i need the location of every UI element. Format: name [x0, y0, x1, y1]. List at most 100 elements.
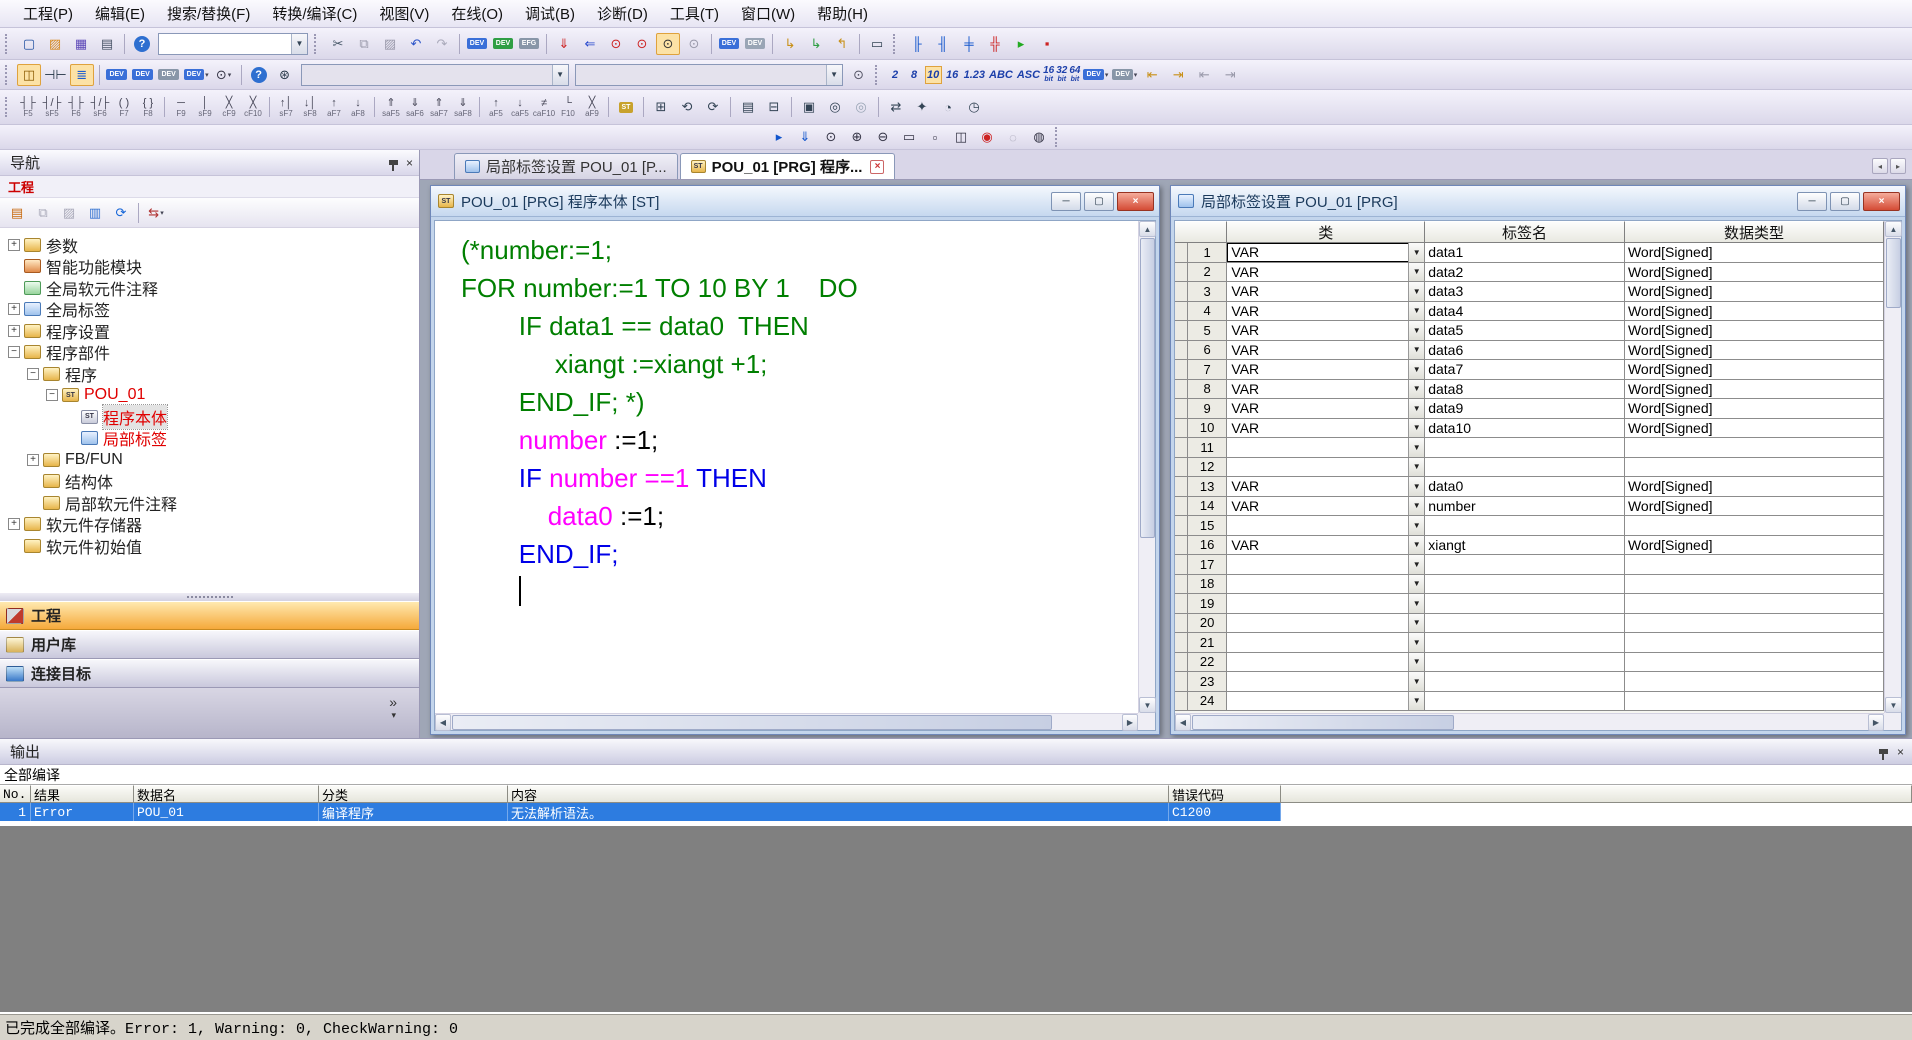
row-select-cell[interactable]	[1175, 575, 1188, 595]
row-number-cell[interactable]: 2	[1188, 263, 1228, 283]
fkey-f9-icon[interactable]: ─F9	[170, 96, 192, 118]
fkey-f10-icon[interactable]: └F10	[557, 96, 579, 118]
row-number-cell[interactable]: 11	[1188, 438, 1228, 458]
toolbar-format-8-icon[interactable]: 8	[906, 66, 923, 84]
tree-item-POU_01[interactable]: −STPOU_01	[0, 385, 419, 407]
dropdown-arrow-icon[interactable]: ▼	[1408, 282, 1424, 301]
device-comment-view-icon[interactable]: DEV	[105, 64, 129, 86]
help-icon[interactable]: ?	[130, 33, 154, 55]
find-contact-icon[interactable]: ⊙	[630, 33, 654, 55]
fkey-saf6-icon[interactable]: ⇓saF6	[404, 96, 426, 118]
output-error-row[interactable]: 1ErrorPOU_01编译程序无法解析语法。C1200	[0, 803, 1281, 821]
label-name-cell[interactable]	[1425, 438, 1625, 458]
class-cell[interactable]: ▼	[1227, 438, 1425, 458]
label-name-cell[interactable]: data0	[1425, 477, 1625, 497]
list-view-icon[interactable]: ≣	[70, 64, 94, 86]
tree-item-程序[interactable]: −程序	[0, 363, 419, 385]
fkey-saf5-icon[interactable]: ⇑saF5	[380, 96, 402, 118]
maximize-button[interactable]: ▢	[1830, 192, 1860, 211]
dropdown-arrow-icon[interactable]: ▼	[1408, 477, 1424, 496]
dropdown-arrow-icon[interactable]: ▼	[1408, 438, 1424, 457]
row-select-cell[interactable]	[1175, 536, 1188, 556]
class-cell[interactable]: VAR▼	[1227, 419, 1425, 439]
class-cell[interactable]: VAR▼	[1227, 360, 1425, 380]
dropdown-arrow-icon[interactable]: ▼	[1408, 633, 1424, 652]
label-name-cell[interactable]: data4	[1425, 302, 1625, 322]
row-select-cell[interactable]	[1175, 633, 1188, 653]
dropdown-arrow-icon[interactable]: ▼	[1408, 575, 1424, 594]
table-vertical-scrollbar[interactable]: ▲ ▼	[1884, 221, 1901, 713]
statement-icon[interactable]: ▣	[797, 96, 821, 118]
toolbar-grip[interactable]	[1055, 127, 1061, 147]
cut-icon[interactable]: ✂	[326, 33, 350, 55]
fkey-saf8-icon[interactable]: ⇓saF8	[452, 96, 474, 118]
tree-item-全局软元件注释[interactable]: 全局软元件注释	[0, 277, 419, 299]
menu-item[interactable]: 编辑(E)	[84, 0, 156, 28]
row-number-cell[interactable]: 7	[1188, 360, 1228, 380]
dropdown-arrow-icon[interactable]: ▼	[1408, 243, 1424, 262]
label-name-cell[interactable]: xiangt	[1425, 536, 1625, 556]
monitor-write-icon[interactable]: ⊙	[682, 33, 706, 55]
scroll-down-icon[interactable]: ▼	[1885, 697, 1902, 713]
table-horizontal-scrollbar[interactable]: ◀ ▶	[1175, 713, 1884, 730]
data-type-cell[interactable]: Word[Signed]	[1625, 282, 1884, 302]
fkey-sf7-icon[interactable]: ↑│sF7	[275, 96, 297, 118]
tree-item-FB/FUN[interactable]: +FB/FUN	[0, 449, 419, 471]
class-cell[interactable]: VAR▼	[1227, 341, 1425, 361]
fkey-f5-icon[interactable]: ┤├F5	[17, 96, 39, 118]
row-number-cell[interactable]: 13	[1188, 477, 1228, 497]
chevron-expand-icon[interactable]: »	[389, 694, 397, 710]
toolbar-format-1.23-icon[interactable]: 1.23	[963, 66, 986, 84]
dropdown-arrow-icon[interactable]: ▼	[1408, 321, 1424, 340]
dropdown-arrow-icon[interactable]: ▼	[1408, 536, 1424, 555]
label-name-cell[interactable]	[1425, 575, 1625, 595]
tree-item-参数[interactable]: +参数	[0, 234, 419, 256]
device-comment-icon[interactable]: DEV	[465, 33, 489, 55]
redo-icon[interactable]: ↷	[430, 33, 454, 55]
undo-icon[interactable]: ↶	[404, 33, 428, 55]
data-type-cell[interactable]: Word[Signed]	[1625, 243, 1884, 263]
tree-item-智能功能模块[interactable]: 智能功能模块	[0, 256, 419, 278]
watch-combobox-1[interactable]: ▼	[301, 64, 569, 86]
class-cell[interactable]: VAR▼	[1227, 282, 1425, 302]
row-select-cell[interactable]	[1175, 341, 1188, 361]
expand-icon[interactable]: +	[8, 303, 20, 315]
device-prev2-icon[interactable]: ⇤	[1192, 64, 1216, 86]
st-tool-icon[interactable]: ST	[614, 96, 638, 118]
fkey-sf8-icon[interactable]: ↓│sF8	[299, 96, 321, 118]
doc-info-icon[interactable]: ▥	[83, 202, 107, 224]
toolbar-grip[interactable]	[314, 34, 320, 54]
find-binocular-icon[interactable]: ⊛	[273, 64, 297, 86]
ladder-monitor2-icon[interactable]: ╢	[931, 33, 955, 55]
nav-button-连接目标[interactable]: 连接目标	[0, 659, 419, 688]
scroll-left-icon[interactable]: ◀	[1175, 714, 1191, 731]
print-icon[interactable]: ▤	[95, 33, 119, 55]
device-test-icon[interactable]: EFG	[517, 33, 541, 55]
zoom-in-icon[interactable]: ⊕	[845, 126, 869, 148]
find-device-icon[interactable]: ⊙	[604, 33, 628, 55]
close-icon[interactable]: ×	[406, 157, 413, 169]
device-display-3-icon[interactable]: DEV▾	[1111, 64, 1138, 86]
class-cell[interactable]: ▼	[1227, 555, 1425, 575]
toolbar-format-abc-icon[interactable]: ABC	[988, 66, 1014, 84]
row-number-cell[interactable]: 17	[1188, 555, 1228, 575]
fkey-f7-icon[interactable]: ( )F7	[113, 96, 135, 118]
row-number-cell[interactable]: 24	[1188, 692, 1228, 712]
dropdown-arrow-icon[interactable]: ▼	[1408, 692, 1424, 711]
row-select-cell[interactable]	[1175, 282, 1188, 302]
help-find-icon[interactable]: ?	[247, 64, 271, 86]
dropdown-arrow-icon[interactable]: ▼	[1408, 380, 1424, 399]
page-icon[interactable]: ▭	[897, 126, 921, 148]
copy-icon[interactable]: ⧉	[352, 33, 376, 55]
menu-item[interactable]: 工具(T)	[659, 0, 730, 28]
menu-item[interactable]: 搜索/替换(F)	[156, 0, 261, 28]
zoom-out-icon[interactable]: ⊖	[871, 126, 895, 148]
dropdown-arrow-icon[interactable]: ▼	[1408, 516, 1424, 535]
nav-button-工程[interactable]: 工程	[0, 601, 419, 630]
class-cell[interactable]: VAR▼	[1227, 536, 1425, 556]
fkey-sf9-icon[interactable]: │sF9	[194, 96, 216, 118]
row-number-cell[interactable]: 14	[1188, 497, 1228, 517]
fkey-cf10-icon[interactable]: ╳cF10	[242, 96, 264, 118]
timer-icon[interactable]: ◔	[936, 96, 960, 118]
dropdown-arrow-icon[interactable]: ▼	[1408, 672, 1424, 691]
